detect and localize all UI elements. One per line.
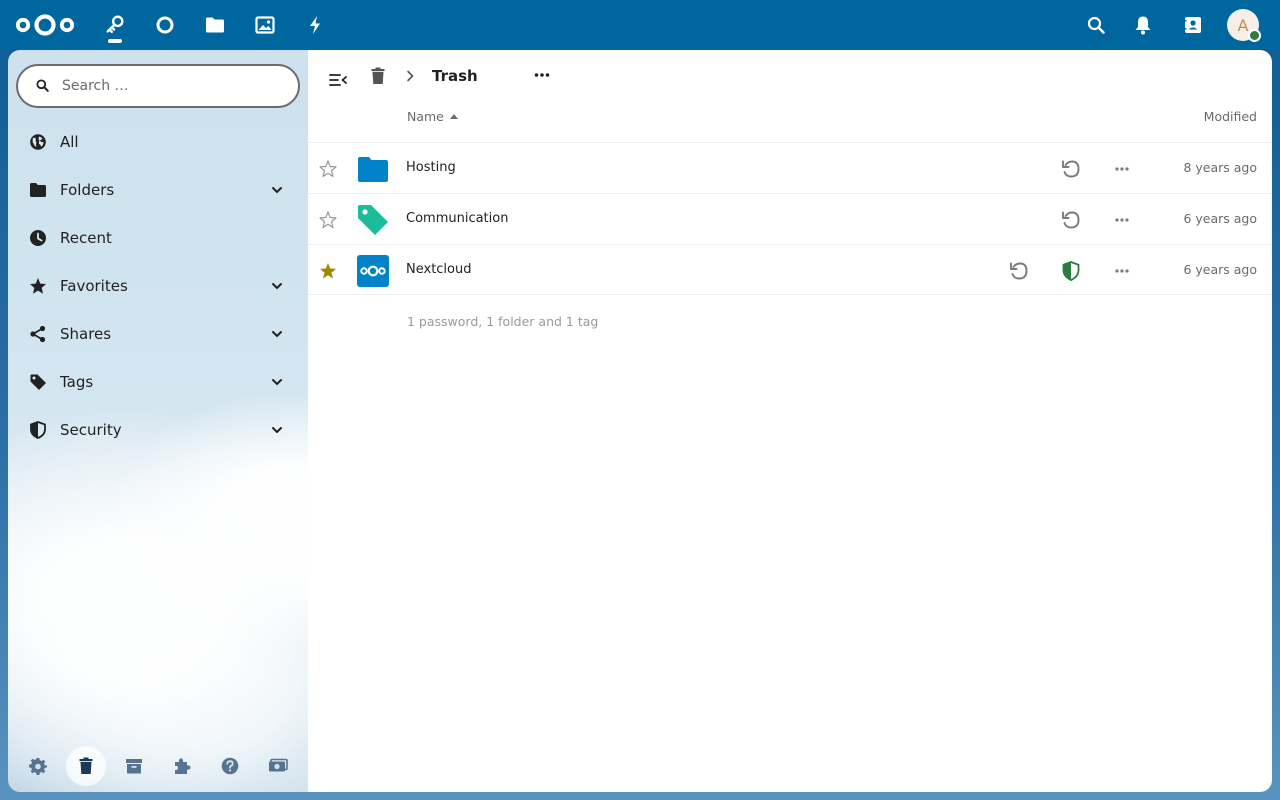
row-modified-date: 8 years ago — [1183, 160, 1257, 175]
sidebar: All Folders Recent Favorites Shares — [8, 50, 308, 792]
restore-icon[interactable] — [1060, 209, 1082, 231]
breadcrumb-trash-home[interactable] — [368, 65, 388, 87]
table-row[interactable]: Hosting 8 years ago — [308, 142, 1272, 193]
chevron-down-icon[interactable] — [270, 423, 284, 437]
share-icon — [28, 324, 48, 344]
chevron-down-icon[interactable] — [270, 183, 284, 197]
column-header-label: Name — [407, 109, 444, 124]
clock-icon — [28, 228, 48, 248]
restore-icon[interactable] — [1008, 260, 1030, 282]
apps-button[interactable] — [162, 746, 202, 786]
chevron-down-icon[interactable] — [270, 327, 284, 341]
search-input[interactable] — [62, 74, 282, 98]
sidebar-item-label: Recent — [60, 229, 112, 247]
sidebar-item-label: Tags — [60, 373, 94, 391]
more-horizontal-icon[interactable] — [1112, 159, 1132, 179]
image-icon[interactable] — [252, 12, 278, 38]
globe-icon — [28, 132, 48, 152]
column-header-name[interactable]: Name — [407, 109, 458, 124]
list-summary: 1 password, 1 folder and 1 tag — [407, 314, 599, 329]
contacts-icon[interactable] — [1181, 13, 1205, 37]
tag-icon — [28, 372, 48, 392]
circle-icon[interactable] — [152, 12, 178, 38]
help-button[interactable] — [210, 746, 250, 786]
bolt-icon[interactable] — [302, 12, 328, 38]
search-icon[interactable] — [1084, 13, 1108, 37]
online-status-badge — [1248, 29, 1261, 42]
chevron-down-icon[interactable] — [270, 375, 284, 389]
top-header: A — [0, 0, 1280, 50]
sidebar-item-recent[interactable]: Recent — [8, 216, 308, 260]
trash-icon — [371, 67, 385, 84]
avatar-initial: A — [1237, 15, 1249, 35]
sidebar-item-folders[interactable]: Folders — [8, 168, 308, 212]
tag-icon — [358, 205, 388, 235]
star-outline-icon[interactable] — [318, 159, 338, 179]
page-title[interactable]: Trash — [432, 67, 478, 85]
settings-button[interactable] — [18, 746, 58, 786]
restore-icon[interactable] — [1060, 158, 1082, 180]
folder-icon — [28, 180, 48, 200]
main-content: Trash Name Modified Hosting 8 years ago … — [308, 50, 1272, 792]
column-header-modified[interactable]: Modified — [1204, 109, 1257, 124]
sidebar-item-all[interactable]: All — [8, 120, 308, 164]
search-field[interactable] — [16, 64, 300, 108]
column-header-label: Modified — [1203, 109, 1257, 124]
table-row[interactable]: Communication 6 years ago — [308, 193, 1272, 244]
breadcrumb-actions-button[interactable] — [530, 65, 554, 85]
sidebar-item-label: Security — [60, 421, 122, 439]
toggle-navigation-button[interactable] — [327, 70, 349, 90]
sidebar-item-label: Folders — [60, 181, 115, 199]
sidebar-item-tags[interactable]: Tags — [8, 360, 308, 404]
star-icon — [28, 276, 48, 296]
table-row[interactable]: Nextcloud 6 years ago — [308, 244, 1272, 295]
star-outline-icon[interactable] — [318, 210, 338, 230]
sidebar-item-shares[interactable]: Shares — [8, 312, 308, 356]
backups-button[interactable] — [114, 746, 154, 786]
breadcrumb-separator-icon — [402, 68, 418, 84]
sort-ascending-icon — [449, 114, 458, 119]
row-name[interactable]: Hosting — [406, 160, 456, 175]
help-icon — [221, 757, 239, 775]
trash-icon — [79, 757, 93, 774]
row-name[interactable]: Nextcloud — [406, 262, 472, 277]
more-horizontal-icon[interactable] — [1112, 261, 1132, 281]
bell-icon[interactable] — [1131, 13, 1155, 37]
sidebar-item-favorites[interactable]: Favorites — [8, 264, 308, 308]
folder-icon[interactable] — [202, 12, 228, 38]
sidebar-item-label: Shares — [60, 325, 112, 343]
nextcloud-password-icon — [357, 255, 389, 287]
sidebar-item-label: Favorites — [60, 277, 128, 295]
row-name[interactable]: Communication — [406, 211, 508, 226]
row-modified-date: 6 years ago — [1183, 211, 1257, 226]
gear-icon — [29, 758, 47, 775]
sidebar-footer-toolbar — [8, 742, 308, 790]
donate-button[interactable] — [258, 746, 298, 786]
money-icon — [269, 758, 288, 772]
active-app-indicator — [108, 39, 122, 43]
puzzle-icon — [175, 758, 191, 774]
chevron-down-icon[interactable] — [270, 279, 284, 293]
row-modified-date: 6 years ago — [1183, 262, 1257, 277]
sidebar-item-label: All — [60, 133, 79, 151]
nextcloud-logo[interactable] — [14, 12, 76, 38]
menu-collapse-icon — [329, 74, 347, 86]
star-filled-icon[interactable] — [318, 261, 338, 281]
more-horizontal-icon — [534, 73, 550, 77]
shield-icon — [28, 420, 48, 440]
key-icon[interactable] — [102, 12, 128, 38]
sidebar-item-security[interactable]: Security — [8, 408, 308, 452]
more-horizontal-icon[interactable] — [1112, 210, 1132, 230]
trash-button[interactable] — [66, 746, 106, 786]
archive-icon — [126, 759, 142, 774]
search-icon — [36, 79, 49, 92]
folder-icon — [358, 157, 388, 182]
shield-secure-icon[interactable] — [1060, 260, 1082, 282]
